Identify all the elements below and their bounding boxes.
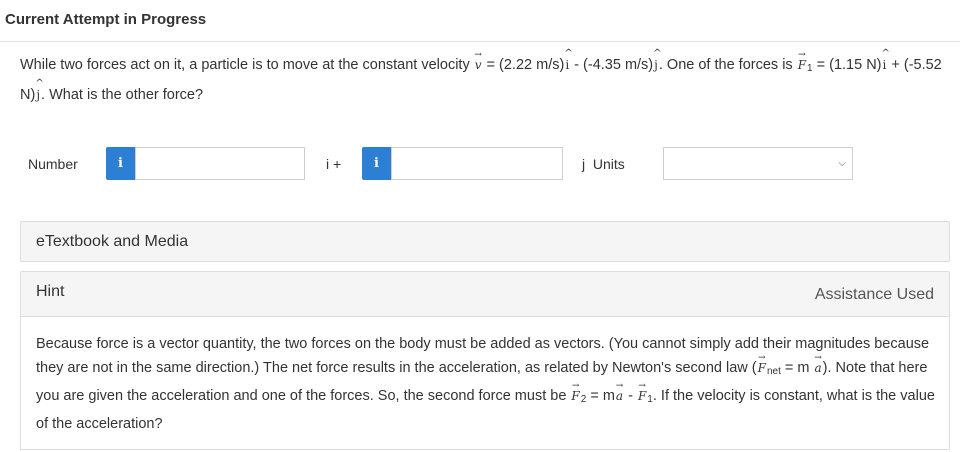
velocity-x-component: = (2.22 m/s)	[482, 57, 565, 73]
acceleration-vector-symbol: a	[615, 374, 624, 408]
hint-text-part: = m	[780, 360, 814, 376]
question-intro: While two forces act on it, a particle i…	[20, 57, 470, 73]
force-intro: . One of the forces is	[658, 57, 797, 73]
j-hat-symbol: j	[653, 41, 659, 78]
question-text: While two forces act on it, a particle i…	[20, 41, 945, 108]
j-hat-symbol: j	[35, 71, 41, 108]
hint-header[interactable]: Hint Assistance Used	[20, 271, 950, 317]
hint-body: Because force is a vector quantity, the …	[20, 316, 950, 450]
force-vector-symbol: F	[637, 374, 648, 408]
hint-text: Because force is a vector quantity, the …	[36, 332, 936, 436]
velocity-y-component: - (-4.35 m/s)	[570, 57, 654, 73]
etextbook-title[interactable]: eTextbook and Media	[36, 233, 188, 251]
answer-row: Number i i + i j Units ⌵	[28, 147, 928, 181]
force1-vector-symbol: F	[797, 42, 808, 78]
force1-x-component: = (1.15 N)	[812, 57, 882, 73]
i-plus-label: i +	[326, 156, 342, 172]
attempt-header: Current Attempt in Progress	[0, 0, 960, 42]
assistance-used-label: Assistance Used	[814, 286, 934, 303]
force-vector-symbol: F	[570, 374, 581, 408]
info-icon[interactable]: i	[106, 147, 135, 180]
number-label: Number	[28, 156, 78, 172]
hint-text-part: = m	[586, 388, 615, 404]
hint-title[interactable]: Hint	[36, 283, 64, 301]
velocity-vector-symbol: v	[474, 42, 483, 78]
i-hat-symbol: i	[882, 41, 888, 78]
i-component-input[interactable]	[135, 147, 305, 180]
j-component-input[interactable]	[391, 147, 563, 180]
info-icon[interactable]: i	[362, 147, 391, 180]
force-vector-symbol: F	[757, 346, 768, 380]
etextbook-panel[interactable]: eTextbook and Media	[20, 221, 950, 262]
i-hat-symbol: i	[564, 41, 570, 78]
question-ending: . What is the other force?	[41, 87, 204, 103]
chevron-down-icon: ⌵	[838, 158, 846, 169]
hint-text-part: -	[624, 388, 637, 404]
acceleration-vector-symbol: a	[814, 346, 823, 380]
units-dropdown[interactable]: ⌵	[663, 147, 853, 180]
attempt-status-title: Current Attempt in Progress	[5, 11, 207, 28]
net-subscript: net	[766, 366, 781, 377]
j-units-label: j Units	[582, 156, 625, 172]
